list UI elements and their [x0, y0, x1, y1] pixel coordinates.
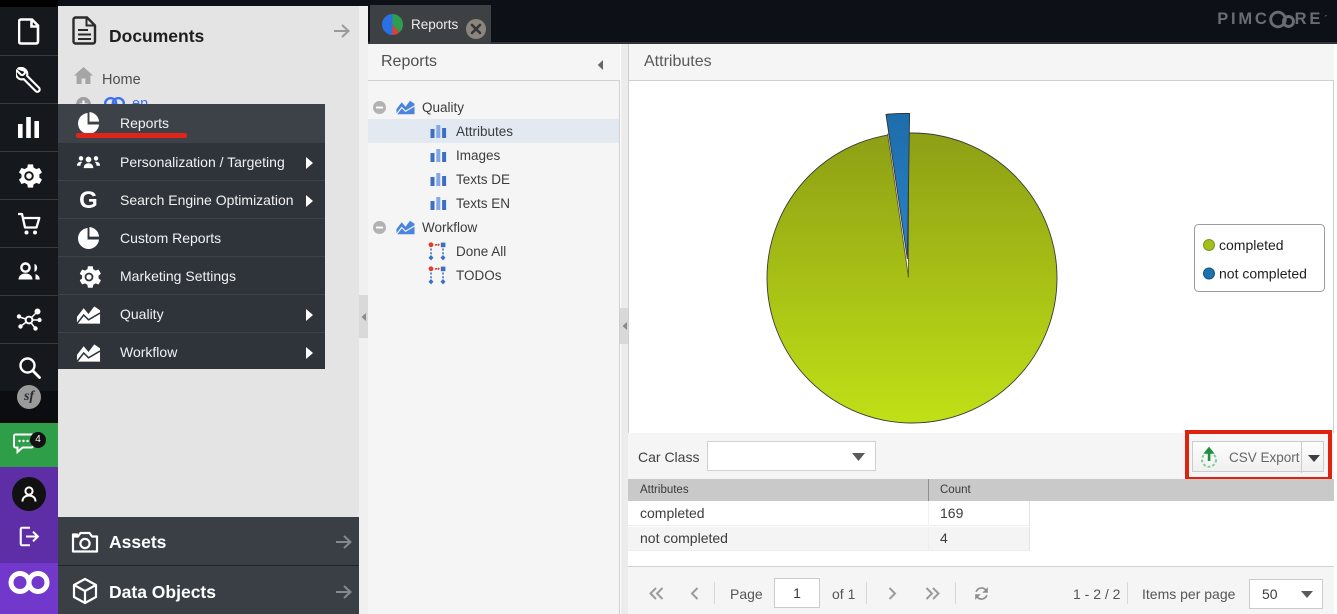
svg-text:completed: completed — [1219, 237, 1284, 253]
svg-text:not completed: not completed — [1219, 266, 1307, 282]
